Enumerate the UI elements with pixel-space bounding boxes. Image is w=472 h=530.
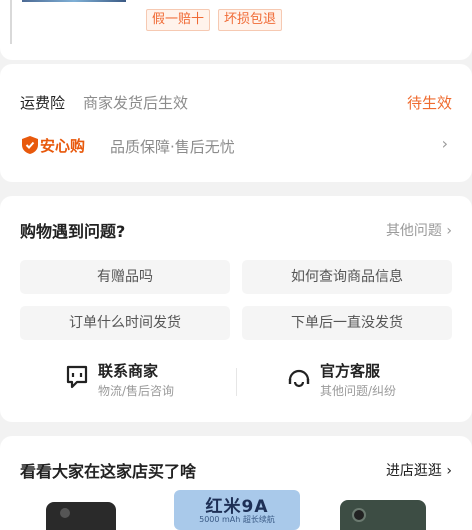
freight-insurance-label: 运费险: [20, 94, 66, 112]
service-sub: 其他问题/纠纷: [320, 384, 397, 398]
guarantee-tag: 假一赔十: [146, 9, 211, 31]
product-summary-card: 假一赔十 坏损包退: [0, 0, 472, 60]
merchant-title: 联系商家: [98, 362, 159, 380]
chevron-right-icon: ›: [441, 134, 448, 153]
other-questions-link[interactable]: 其他问题 ›: [386, 220, 452, 240]
product-banner-sub: 5000 mAh 超长续航: [199, 515, 275, 524]
camera-dot: [352, 508, 366, 522]
product-card[interactable]: 红米9A 5000 mAh 超长续航: [174, 490, 300, 530]
anxin-desc: 品质保障·售后无忧: [110, 138, 235, 156]
merchant-chat-icon: [66, 365, 88, 389]
phone-image: [46, 502, 116, 530]
anxin-badge: 安心购: [40, 137, 86, 155]
shop-recommend-card: 看看大家在这家店买了啥 进店逛逛 › 红米9A 5000 mAh 超长续航: [0, 436, 472, 530]
camera-dot: [60, 508, 70, 518]
product-card[interactable]: [328, 490, 452, 530]
return-tag: 坏损包退: [218, 9, 283, 31]
faq-chip-product-info[interactable]: 如何查询商品信息: [242, 260, 452, 294]
contact-divider: [236, 368, 237, 396]
freight-insurance-status: 待生效: [406, 94, 452, 112]
service-title: 官方客服: [320, 362, 381, 380]
merchant-sub: 物流/售后咨询: [98, 384, 175, 398]
card-edge-line: [10, 0, 12, 44]
shop-title: 看看大家在这家店买了啥: [20, 462, 197, 481]
shield-icon: [22, 136, 38, 154]
enter-shop-link[interactable]: 进店逛逛 ›: [386, 460, 452, 480]
headset-icon: [288, 369, 310, 388]
help-title: 购物遇到问题?: [20, 222, 126, 241]
faq-chip-not-shipped[interactable]: 下单后一直没发货: [242, 306, 452, 340]
faq-chip-gift[interactable]: 有赠品吗: [20, 260, 230, 294]
product-thumbnail[interactable]: [22, 0, 126, 2]
product-card[interactable]: [20, 490, 144, 530]
shopping-help-card: 购物遇到问题? 其他问题 › 有赠品吗 如何查询商品信息 订单什么时间发货 下单…: [0, 196, 472, 422]
freight-insurance-desc: 商家发货后生效: [83, 94, 189, 112]
service-info-card: 运费险 商家发货后生效 待生效 安心购 品质保障·售后无忧 ›: [0, 64, 472, 182]
faq-chip-ship-time[interactable]: 订单什么时间发货: [20, 306, 230, 340]
